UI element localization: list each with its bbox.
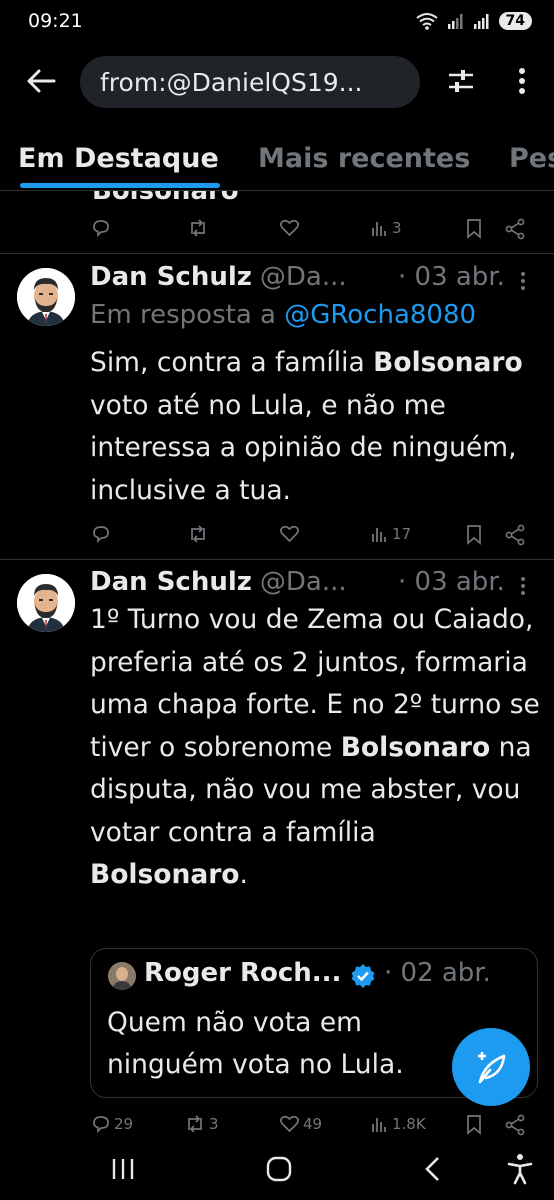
tweet-text-part: . (239, 859, 248, 890)
tweet-date[interactable]: · 03 abr. (398, 567, 505, 597)
accessibility-icon[interactable] (506, 1153, 534, 1185)
like-count: 49 (303, 1115, 323, 1133)
avatar-illustration (17, 574, 75, 632)
views-button[interactable]: 1.8K (371, 1114, 426, 1134)
tweet-more-icon[interactable] (518, 270, 528, 292)
views-count: 17 (392, 525, 412, 543)
recents-icon[interactable] (110, 1157, 136, 1181)
author-name[interactable]: Dan Schulz (90, 567, 252, 597)
reply-button[interactable]: 29 (91, 1114, 133, 1134)
quoted-author-name: Roger Roch... (144, 958, 342, 988)
like-icon (280, 525, 299, 543)
back-arrow-icon[interactable] (24, 64, 58, 98)
quoted-text: Quem não vota em ninguém vota no Lula. (107, 1007, 404, 1080)
views-button[interactable]: 3 (371, 218, 402, 238)
views-icon (372, 222, 386, 236)
like-icon (280, 1115, 299, 1133)
tweet-divider (0, 253, 554, 254)
signal-icon (447, 14, 463, 29)
status-icons: 74 (415, 12, 532, 30)
reply-icon (93, 220, 109, 238)
tab-em-destaque[interactable]: Em Destaque (18, 143, 219, 174)
tweet-1-text: Sim, contra a família Bolsonaro voto até… (90, 342, 540, 512)
retweet-count: 3 (209, 1115, 219, 1133)
like-icon (280, 219, 299, 237)
avatar-illustration (17, 268, 75, 326)
prev-tweet-clip: Bolsonaro (0, 191, 554, 211)
verified-icon (351, 964, 375, 988)
author-name[interactable]: Dan Schulz (90, 262, 252, 292)
tweet-text-part: voto até no Lula, e não me interessa a o… (90, 389, 517, 506)
more-vertical-icon[interactable] (508, 66, 536, 96)
quoted-avatar-photo (108, 962, 136, 990)
tab-pessoas[interactable]: Pes (509, 143, 554, 174)
wifi-icon (415, 13, 438, 30)
author-handle[interactable]: @Da... (260, 262, 347, 292)
bookmark-icon[interactable] (465, 524, 483, 546)
like-button[interactable]: 49 (279, 1114, 322, 1134)
tweet-text-bold: Bolsonaro (373, 347, 523, 378)
views-icon (372, 1118, 386, 1132)
status-time: 09:21 (28, 10, 83, 32)
compose-button[interactable] (452, 1028, 530, 1106)
nav-back-icon[interactable] (422, 1155, 444, 1183)
tweet-more-icon[interactable] (518, 575, 528, 597)
retweet-icon (188, 1115, 202, 1133)
retweet-button[interactable] (187, 218, 209, 238)
tweet-text-part: Sim, contra a família (90, 347, 374, 378)
author-handle[interactable]: @Da... (260, 567, 347, 597)
active-tab-indicator (20, 183, 220, 188)
tweet-text-bold: Bolsonaro (90, 859, 240, 890)
reply-button[interactable] (91, 524, 111, 544)
views-icon (372, 528, 386, 542)
reply-icon (93, 526, 109, 544)
reply-mention[interactable]: @GRocha8080 (284, 300, 476, 330)
bookmark-icon[interactable] (465, 1114, 483, 1136)
reply-prefix: Em resposta a (90, 300, 285, 330)
like-button[interactable] (279, 524, 300, 544)
reply-button[interactable] (91, 218, 111, 238)
tweet-1-header: Dan Schulz @Da... (90, 262, 347, 292)
tune-icon[interactable] (446, 66, 476, 96)
quoted-avatar (108, 962, 136, 990)
avatar[interactable] (17, 268, 75, 326)
avatar[interactable] (17, 574, 75, 632)
tweet-2-text: 1º Turno vou de Zema ou Caiado, preferia… (90, 599, 540, 897)
views-count: 3 (392, 219, 402, 237)
share-icon[interactable] (504, 1114, 526, 1136)
system-navigation-bar (0, 1145, 554, 1200)
home-icon[interactable] (265, 1155, 293, 1183)
compose-icon (478, 1052, 506, 1084)
retweet-button[interactable] (187, 524, 209, 544)
like-button[interactable] (279, 218, 300, 238)
tweet-date[interactable]: · 03 abr. (398, 262, 505, 292)
tweet-divider (0, 559, 554, 560)
battery-badge: 74 (498, 12, 532, 30)
share-icon[interactable] (504, 524, 526, 546)
views-button[interactable]: 17 (371, 524, 411, 544)
retweet-icon (191, 525, 205, 543)
retweet-button[interactable]: 3 (184, 1114, 219, 1134)
tab-mais-recentes[interactable]: Mais recentes (258, 143, 470, 174)
search-query[interactable]: from:@DanielQS19... (100, 68, 363, 97)
reply-context: Em resposta a @GRocha8080 (90, 300, 476, 330)
retweet-icon (191, 219, 205, 237)
bookmark-icon[interactable] (465, 218, 483, 240)
tweet-text-bold: Bolsonaro (340, 731, 491, 763)
views-count: 1.8K (392, 1115, 426, 1133)
prev-tweet-text: Bolsonaro (92, 191, 239, 206)
tweet-2-header: Dan Schulz @Da... (90, 567, 347, 597)
signal-icon-2 (473, 14, 489, 29)
share-icon[interactable] (504, 218, 526, 240)
reply-count: 29 (114, 1115, 134, 1133)
reply-icon (93, 1116, 109, 1134)
quoted-date: · 02 abr. (384, 958, 491, 988)
